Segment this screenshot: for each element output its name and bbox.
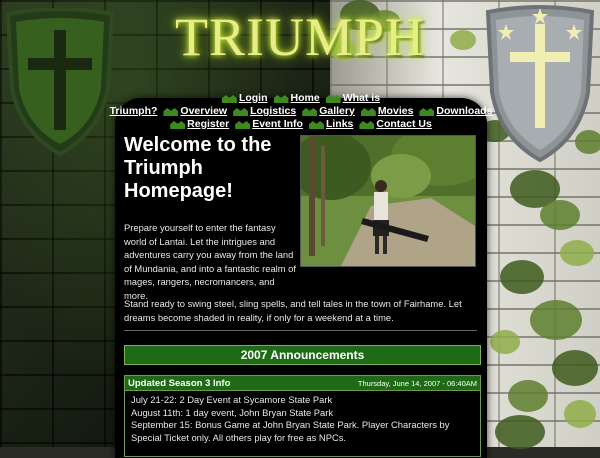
welcome-heading: Welcome to the Triumph Homepage! [124,134,272,202]
main-navigation: Login Home What is Triumph? Overview Log… [110,92,493,131]
nav-overview-label[interactable]: Overview [180,105,227,117]
post-date: Thursday, June 14, 2007 - 06:40AM [357,378,477,388]
leaf-icon [419,106,434,116]
list-item: July 21-22: 2 Day Event at Sycamore Stat… [131,394,333,405]
post-body: July 21-22: 2 Day Event at Sycamore Stat… [125,391,480,447]
leaf-icon [163,106,178,116]
stand-ready-paragraph: Stand ready to swing steel, sling spells… [124,298,462,323]
left-cross-shield-icon [4,8,116,158]
nav-home[interactable]: Home [274,92,320,104]
leaf-icon [222,93,237,103]
nav-gallery-label[interactable]: Gallery [319,105,355,117]
leaf-icon [274,93,289,103]
nav-overview[interactable]: Overview [163,105,227,117]
nav-contact-us-label[interactable]: Contact Us [376,118,431,130]
nav-row-1: Login Home What is [118,92,484,104]
nav-what-is[interactable]: What is [326,92,380,104]
post-header: Updated Season 3 Info Thursday, June 14,… [125,376,480,391]
nav-register[interactable]: Register [170,118,229,130]
nav-downloads[interactable]: Downloads [419,105,492,117]
nav-login-label[interactable]: Login [239,92,268,104]
nav-movies-label[interactable]: Movies [378,105,414,117]
list-item: August 11th: 1 day event, John Bryan Sta… [131,406,334,418]
nav-triumph-label[interactable]: Triumph? [110,105,158,117]
nav-row-3: Register Event Info Links Contact Us [118,118,484,130]
forest-photo-image [301,136,475,266]
nav-links-label[interactable]: Links [326,118,353,130]
nav-contact-us[interactable]: Contact Us [359,118,431,130]
nav-movies[interactable]: Movies [361,105,414,117]
nav-event-info[interactable]: Event Info [235,118,303,130]
nav-downloads-label[interactable]: Downloads [436,105,492,117]
divider [124,330,477,331]
leaf-icon [235,119,250,129]
larp-photo [300,135,476,267]
leaf-icon [326,93,341,103]
nav-logistics[interactable]: Logistics [233,105,296,117]
nav-links[interactable]: Links [309,118,353,130]
leaf-icon [359,119,374,129]
nav-what-is-label[interactable]: What is [343,92,380,104]
announcements-heading: 2007 Announcements [124,345,481,365]
nav-row-2: Triumph? Overview Logistics Gallery Movi… [110,105,493,117]
nav-gallery[interactable]: Gallery [302,105,355,117]
post-title: Updated Season 3 Info [128,377,231,389]
nav-logistics-label[interactable]: Logistics [250,105,296,117]
leaf-icon [170,119,185,129]
leaf-icon [309,119,324,129]
list-item: September 15: Bonus Game at John Bryan S… [131,419,450,443]
site-title: TRIUMPH [174,7,426,67]
nav-event-info-label[interactable]: Event Info [252,118,303,130]
leaf-icon [361,106,376,116]
leaf-icon [233,106,248,116]
nav-register-label[interactable]: Register [187,118,229,130]
right-cross-shield-icon [484,4,596,164]
announcement-post: Updated Season 3 Info Thursday, June 14,… [124,375,481,457]
intro-paragraph: Prepare yourself to enter the fantasy wo… [124,222,296,301]
nav-triumph[interactable]: Triumph? [110,105,158,117]
leaf-icon [302,106,317,116]
nav-login[interactable]: Login [222,92,268,104]
nav-home-label[interactable]: Home [291,92,320,104]
